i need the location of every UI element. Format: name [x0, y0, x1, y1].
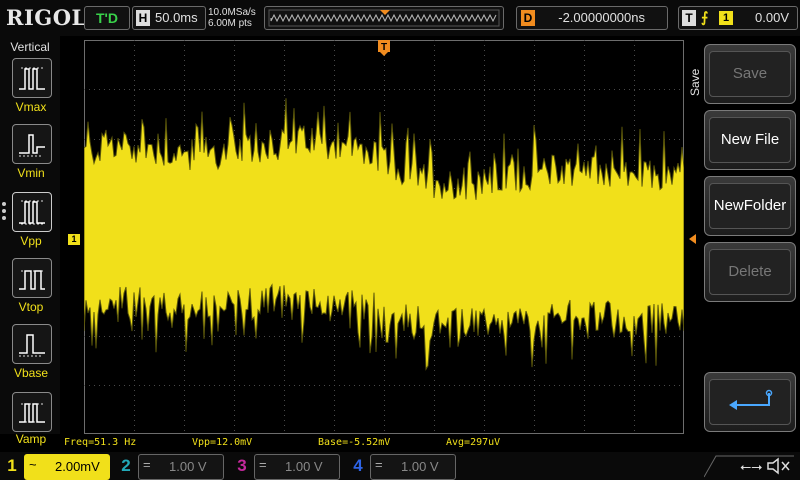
trigger-tag: T [682, 10, 696, 26]
vbase-icon [19, 334, 45, 357]
svg-text:T: T [381, 42, 387, 53]
trigger-delay[interactable]: D -2.00000000ns [516, 6, 668, 30]
new-file-button[interactable]: New File [704, 110, 796, 170]
sample-rate: 10.0MSa/s [208, 7, 256, 18]
dc-coupling-icon: = [375, 457, 383, 472]
memory-overview[interactable] [264, 6, 504, 30]
channel-1-offset-marker[interactable]: 1 [68, 234, 80, 245]
trigger-source: 1 [719, 11, 733, 25]
dc-coupling-icon: = [143, 457, 151, 472]
rising-edge-icon: ⨍ [701, 9, 709, 25]
measure-vamp-label: Vamp [15, 432, 47, 446]
measure-vmin-button[interactable] [12, 124, 52, 164]
channel-1-scale: 2.00mV [55, 459, 100, 474]
trigger-level-marker[interactable] [686, 233, 698, 245]
delay-tag: D [521, 10, 535, 26]
channel-bar: 1 ~2.00mV 2 = 1.00 V 3 = 1.00 V 4 = 1.00 V … [0, 452, 800, 480]
vpp-measurement: Vpp=12.0mV [192, 437, 253, 448]
speaker-muted-icon[interactable] [766, 456, 792, 476]
measure-vbase-button[interactable] [12, 324, 52, 364]
channel-2-scale: 1.00 V [169, 459, 207, 474]
measure-vmax-button[interactable] [12, 58, 52, 98]
menu-title: Save [688, 68, 702, 96]
measure-vmax-label: Vmax [15, 100, 47, 114]
waveform-grid [84, 40, 684, 434]
freq-measurement: Freq=51.3 Hz [64, 437, 137, 448]
page-indicator [2, 202, 8, 223]
brand-logo: RIGOL [6, 5, 87, 30]
measurement-results: Freq=51.3 Hz Vpp=12.0mV Base=-5.52mV Avg… [62, 436, 702, 450]
channel-1-number: 1 [7, 456, 17, 475]
measure-vamp-button[interactable] [12, 392, 52, 432]
acquisition-info: 10.0MSa/s 6.00M pts [208, 7, 256, 29]
channel-1-settings[interactable]: 1 ~2.00mV [2, 454, 112, 480]
usb-icon: ⭠⭢ [740, 458, 763, 474]
delete-button[interactable]: Delete [704, 242, 796, 302]
new-folder-button[interactable]: NewFolder [704, 176, 796, 236]
base-measurement: Base=-5.52mV [318, 437, 391, 448]
avg-measurement: Avg=297uV [446, 437, 501, 448]
timebase-value: 50.0ms [155, 10, 198, 25]
horizontal-tag: H [136, 10, 150, 26]
waveform-display[interactable] [84, 40, 684, 434]
dc-coupling-icon: = [259, 457, 267, 472]
delay-value: -2.00000000ns [558, 10, 645, 25]
channel-2-settings[interactable]: 2 = 1.00 V [116, 454, 226, 480]
channel-3-number: 3 [237, 456, 247, 475]
trigger-level: 0.00V [755, 10, 789, 25]
vtop-icon [19, 270, 45, 290]
vmax-icon [19, 67, 45, 90]
vpp-icon [19, 200, 45, 225]
ac-coupling-icon: ~ [29, 457, 37, 472]
vamp-icon [19, 403, 45, 423]
horizontal-timebase[interactable]: H 50.0ms [132, 6, 206, 30]
memory-overview-waveform [268, 9, 500, 27]
vmin-icon [19, 134, 45, 157]
trigger-position-marker[interactable]: T [378, 40, 390, 56]
channel-4-settings[interactable]: 4 = 1.00 V [348, 454, 458, 480]
channel-3-settings[interactable]: 3 = 1.00 V [232, 454, 342, 480]
channel-2-number: 2 [121, 456, 131, 475]
measure-vpp-label: Vpp [20, 234, 42, 248]
return-icon [729, 389, 773, 410]
measure-vpp-button[interactable] [12, 192, 52, 232]
measure-vtop-button[interactable] [12, 258, 52, 298]
channel-3-scale: 1.00 V [285, 459, 323, 474]
status-bar: RIGOL T'D H 50.0ms 10.0MSa/s 6.00M pts D… [0, 0, 800, 36]
channel-4-scale: 1.00 V [401, 459, 439, 474]
trigger-settings[interactable]: T ⨍ 1 0.00V [678, 6, 798, 30]
memory-depth: 6.00M pts [208, 18, 252, 29]
channel-4-number: 4 [353, 456, 363, 475]
measure-panel-title: Vertical [10, 40, 50, 54]
save-button[interactable]: Save [704, 44, 796, 104]
measure-vtop-label: Vtop [18, 300, 44, 314]
return-button[interactable] [704, 372, 796, 432]
trigger-state-indicator[interactable]: T'D [84, 6, 130, 30]
measure-vbase-label: Vbase [13, 366, 49, 380]
measure-vmin-label: Vmin [17, 166, 45, 180]
